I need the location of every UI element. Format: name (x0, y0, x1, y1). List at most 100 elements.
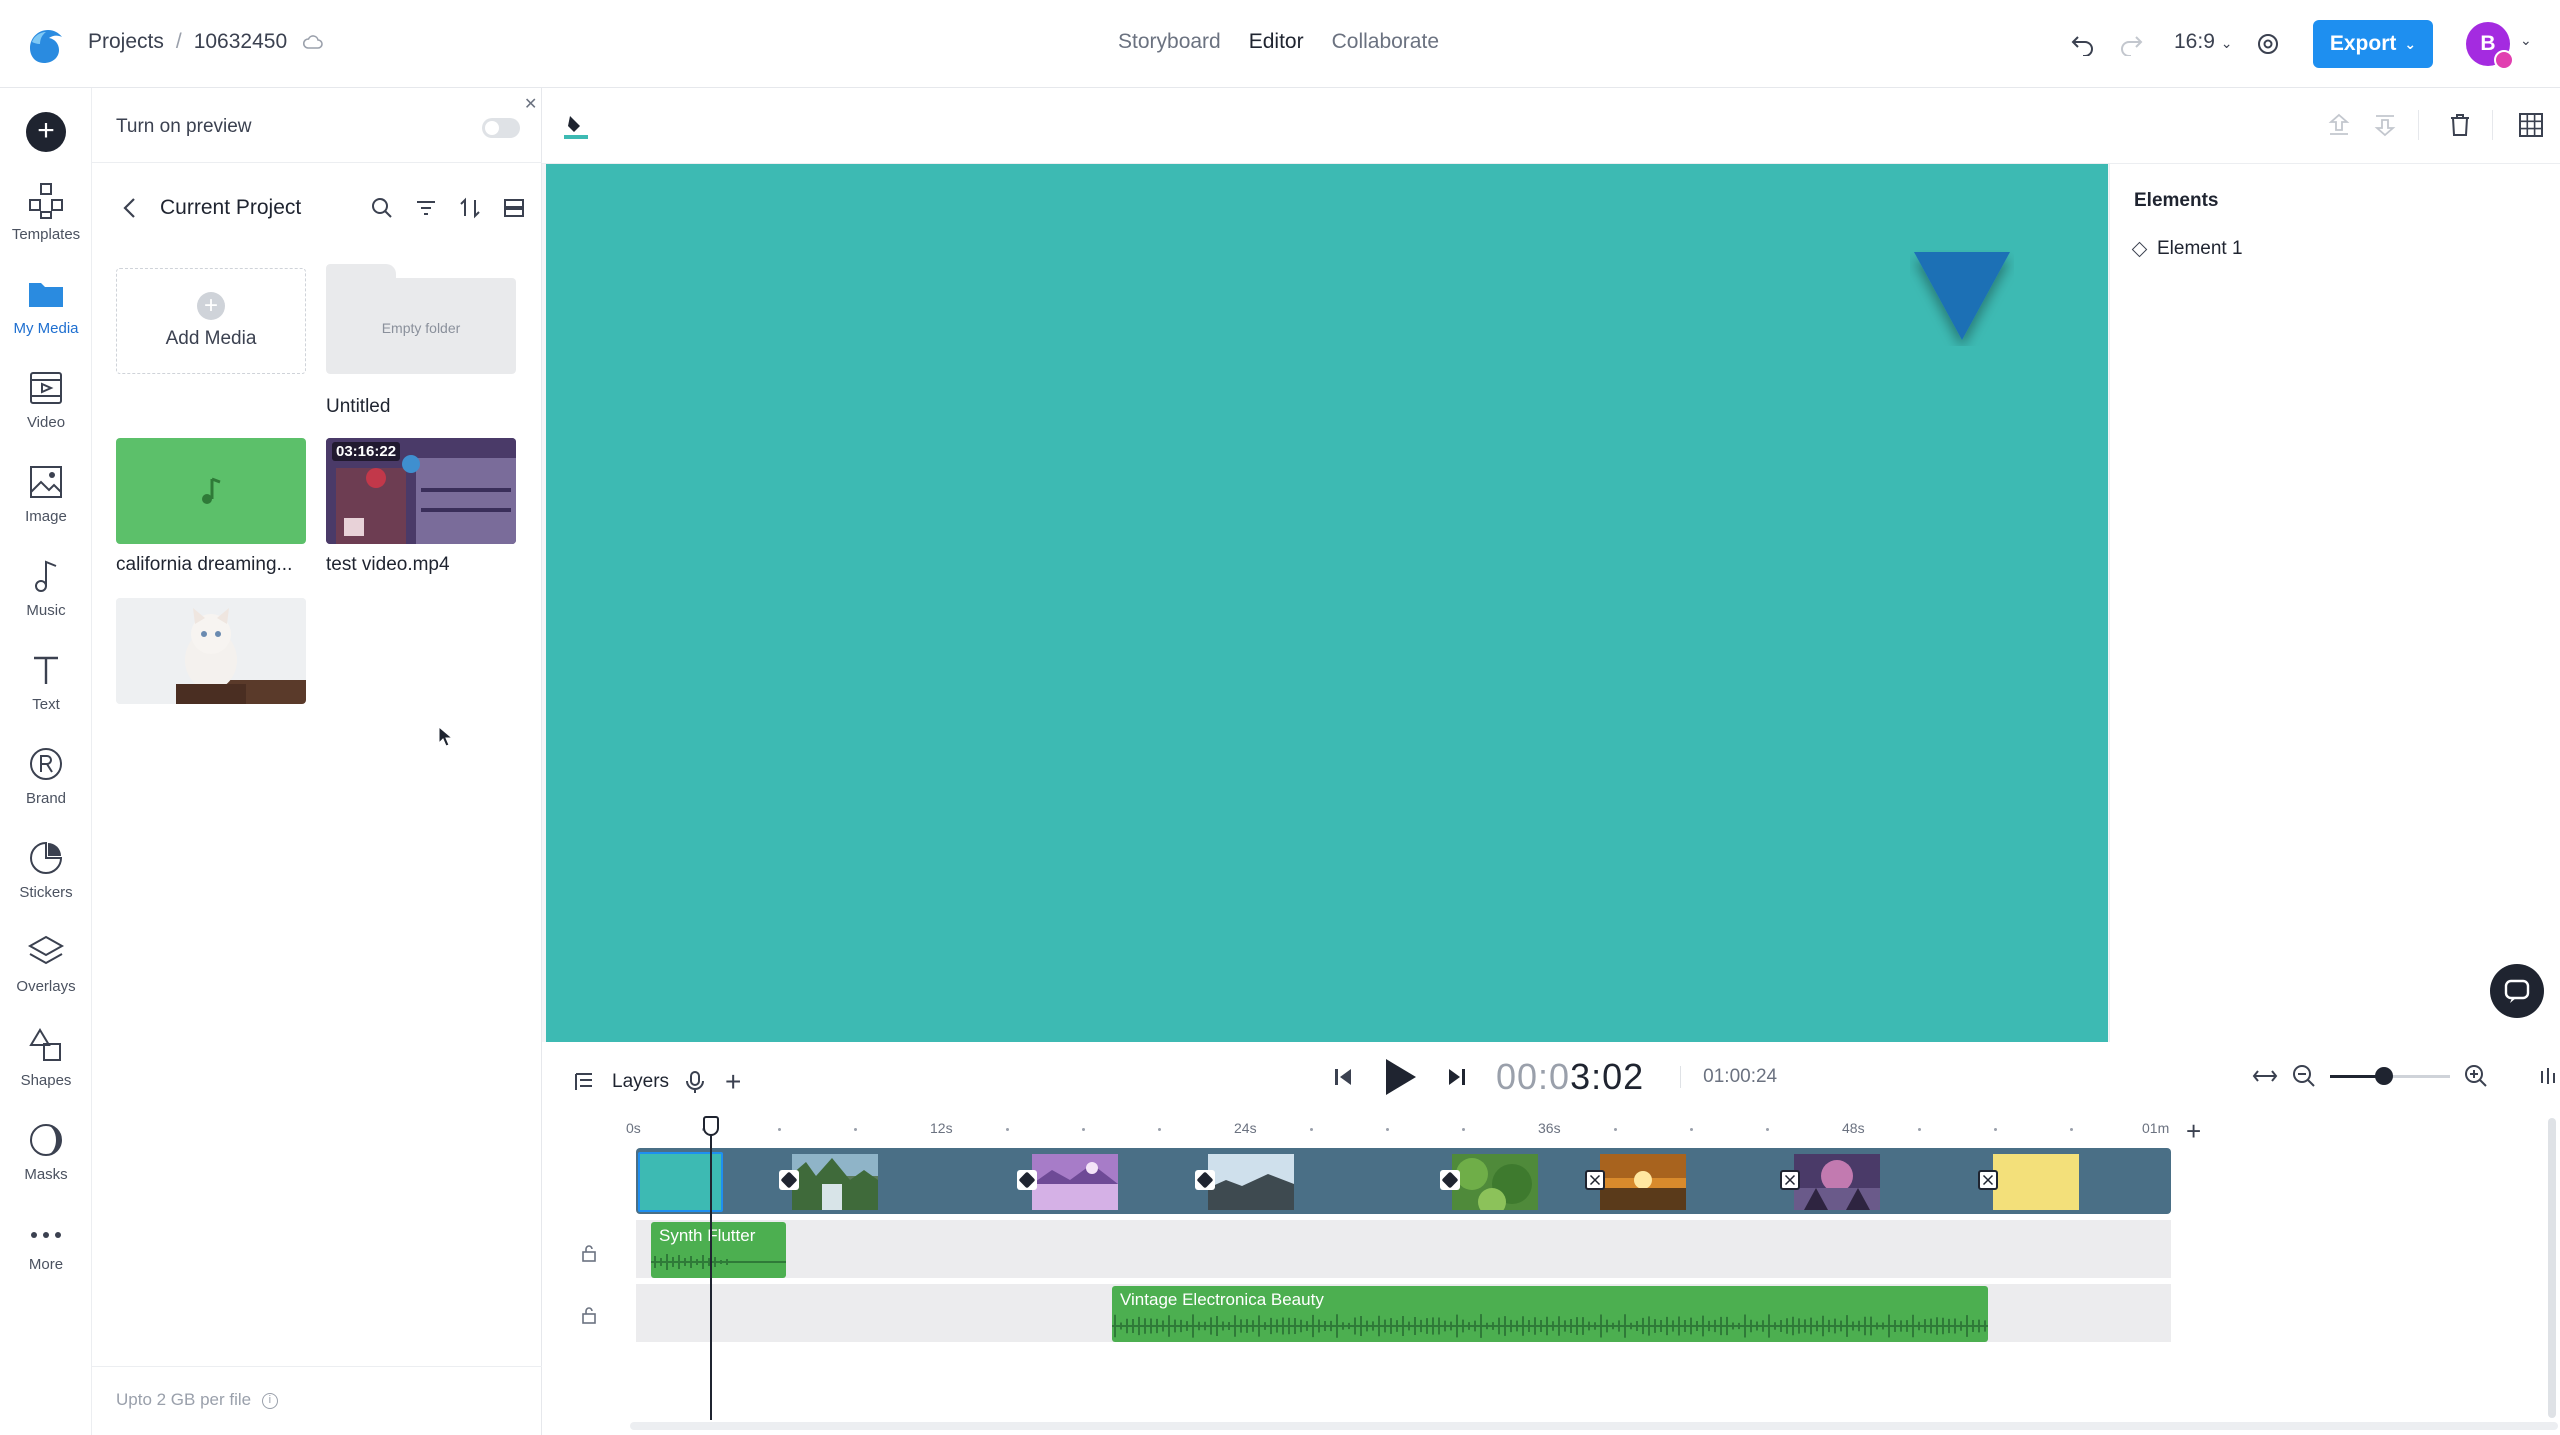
redo-icon[interactable] (2118, 30, 2144, 56)
sort-icon[interactable] (458, 196, 482, 220)
video-clip-color[interactable] (1993, 1154, 2079, 1210)
video-canvas[interactable] (546, 164, 2108, 1042)
crossfade-transition-icon[interactable] (1780, 1170, 1800, 1190)
timeline-ruler[interactable]: 0s 12s 24s 36s 48s 01m (626, 1118, 2170, 1144)
aspect-ratio-select[interactable]: 16:9 ⌄ (2174, 30, 2232, 54)
ruler-tick (1994, 1128, 1997, 1131)
rail-item-overlays[interactable]: Overlays (0, 932, 92, 995)
rail-item-text[interactable]: Text (0, 650, 92, 713)
account-chevron-icon[interactable]: ⌄ (2520, 32, 2532, 49)
add-track-icon[interactable]: + (2186, 1116, 2201, 1147)
video-clip-thumbnail[interactable] (1032, 1154, 1118, 1210)
media-item-image[interactable] (116, 598, 306, 704)
rail-item-brand[interactable]: Brand (0, 744, 92, 807)
search-icon[interactable] (370, 196, 394, 220)
zoom-slider[interactable] (2330, 1066, 2450, 1085)
playhead-line[interactable] (710, 1116, 712, 1420)
preview-toggle[interactable] (482, 118, 520, 138)
transition-icon[interactable] (1017, 1170, 1037, 1190)
send-backward-icon[interactable] (2372, 112, 2398, 138)
total-duration: 01:00:24 (1680, 1066, 1777, 1088)
microphone-icon[interactable] (685, 1070, 705, 1094)
info-icon[interactable]: i (261, 1392, 278, 1409)
chat-support-button[interactable] (2490, 964, 2544, 1018)
rail-item-templates[interactable]: Templates (0, 180, 92, 243)
ruler-tick (2070, 1128, 2073, 1131)
rail-item-music[interactable]: Music (0, 556, 92, 619)
fill-color-icon[interactable] (562, 112, 590, 140)
video-clip-thumbnail[interactable] (1208, 1154, 1294, 1210)
unlock-icon[interactable] (580, 1244, 598, 1262)
unlock-icon[interactable] (580, 1306, 598, 1324)
breadcrumb-projects-link[interactable]: Projects (88, 30, 164, 54)
timeline-horizontal-scrollbar[interactable] (630, 1422, 2558, 1430)
bring-forward-icon[interactable] (2326, 112, 2352, 138)
avatar[interactable]: B (2466, 22, 2514, 70)
back-arrow-icon[interactable] (116, 193, 146, 223)
project-name[interactable]: 10632450 (194, 30, 287, 54)
folder-tile[interactable]: Empty folder (326, 264, 516, 374)
crossfade-transition-icon[interactable] (1585, 1170, 1605, 1190)
rail-item-image[interactable]: Image (0, 462, 92, 525)
export-button[interactable]: Export ⌄ (2313, 20, 2433, 68)
timeline-vertical-scrollbar[interactable] (2548, 1118, 2556, 1418)
rail-item-more[interactable]: More (0, 1220, 92, 1273)
zoom-in-icon[interactable] (2464, 1064, 2488, 1088)
app-logo-icon[interactable] (22, 22, 68, 68)
avatar-initial: B (2480, 32, 2496, 55)
layers-panel-icon[interactable] (572, 1070, 596, 1094)
grid-icon[interactable] (2518, 112, 2544, 138)
video-clip-thumbnail[interactable] (1452, 1154, 1538, 1210)
canvas-triangle-shape[interactable] (1910, 250, 2014, 346)
fit-timeline-icon[interactable] (2252, 1066, 2278, 1086)
add-layer-icon[interactable]: + (725, 1066, 741, 1098)
crossfade-transition-icon[interactable] (1978, 1170, 1998, 1190)
tab-editor[interactable]: Editor (1249, 30, 1304, 54)
tab-storyboard[interactable]: Storyboard (1118, 30, 1221, 54)
rail-item-masks[interactable]: Masks (0, 1120, 92, 1183)
tab-collaborate[interactable]: Collaborate (1332, 30, 1439, 54)
rail-item-video[interactable]: Video (0, 368, 92, 431)
export-label: Export (2329, 32, 2397, 55)
delete-icon[interactable] (2448, 112, 2472, 138)
layers-label[interactable]: Layers (612, 1071, 669, 1093)
divider (2492, 110, 2493, 140)
add-media-button[interactable]: + Add Media (116, 268, 306, 374)
audio-clip[interactable]: Synth Flutter (651, 1222, 786, 1278)
media-item-audio[interactable] (116, 438, 306, 544)
rail-item-my-media[interactable]: My Media (0, 274, 92, 337)
rail-item-shapes[interactable]: Shapes (0, 1026, 92, 1089)
transition-icon[interactable] (1440, 1170, 1460, 1190)
audio-levels-icon[interactable] (2538, 1065, 2558, 1087)
close-icon[interactable]: ✕ (524, 94, 537, 114)
create-new-button[interactable]: + (26, 112, 66, 152)
audio-track[interactable] (636, 1220, 2171, 1278)
playhead-handle[interactable] (703, 1116, 719, 1136)
settings-icon[interactable] (2255, 31, 2281, 57)
audio-clip-name: Vintage Electronica Beauty (1120, 1290, 1324, 1309)
undo-icon[interactable] (2070, 30, 2096, 56)
layers-icon (27, 935, 65, 965)
view-toggle-icon[interactable] (502, 196, 526, 220)
transition-icon[interactable] (1195, 1170, 1215, 1190)
media-item-video[interactable]: 03:16:22 (326, 438, 516, 544)
filter-icon[interactable] (414, 196, 438, 220)
media-panel: ✕ Turn on preview Current Project + Add … (92, 88, 542, 1435)
panel-title: Current Project (160, 196, 302, 219)
video-clip-thumbnail[interactable] (1600, 1154, 1686, 1210)
rail-item-stickers[interactable]: Stickers (0, 838, 92, 901)
video-clip-thumbnail[interactable] (792, 1154, 878, 1210)
transition-icon[interactable] (779, 1170, 799, 1190)
element-list-item[interactable]: Element 1 (2131, 238, 2243, 260)
timeline-controls: Layers + 00:03:02 01:00:24 (542, 1042, 2560, 1118)
zoom-slider-thumb[interactable] (2375, 1066, 2393, 1085)
zoom-out-icon[interactable] (2292, 1064, 2316, 1088)
video-icon (30, 372, 62, 404)
aspect-ratio-value: 16:9 (2174, 30, 2215, 53)
rail-label: Image (25, 508, 67, 525)
skip-back-icon[interactable] (1332, 1066, 1354, 1088)
video-clip-thumbnail[interactable] (1794, 1154, 1880, 1210)
audio-clip[interactable]: Vintage Electronica Beauty (1112, 1286, 1988, 1342)
play-icon[interactable] (1382, 1057, 1418, 1097)
skip-forward-icon[interactable] (1446, 1066, 1468, 1088)
